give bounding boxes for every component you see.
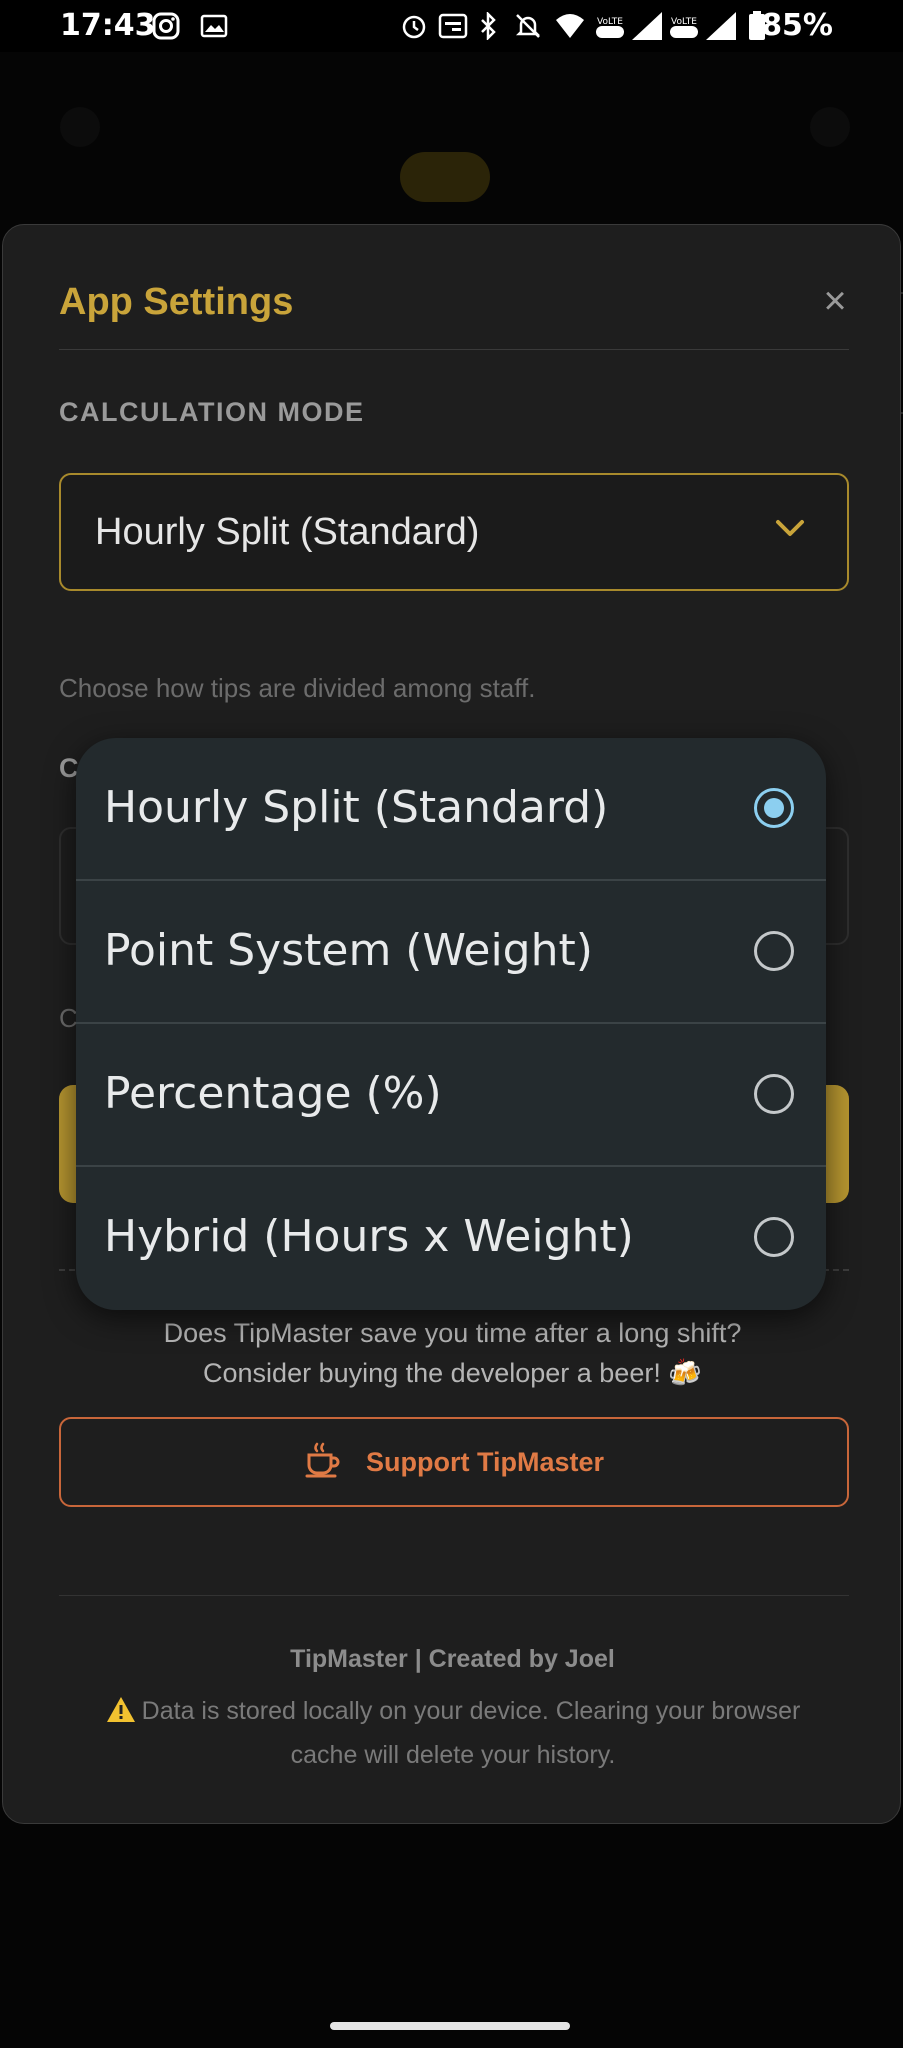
svg-text:VoLTE: VoLTE <box>597 17 623 27</box>
support-button-label: Support TipMaster <box>365 1446 605 1477</box>
alarm-icon <box>400 10 428 42</box>
option-label: Percentage (%) <box>104 1068 442 1119</box>
close-button[interactable]: × <box>815 281 855 321</box>
volte-icon: VoLTE <box>594 10 626 42</box>
warning-icon <box>106 1695 136 1735</box>
calculation-mode-value: Hourly Split (Standard) <box>95 511 480 553</box>
mute-icon <box>514 10 542 42</box>
signal-icon <box>704 10 738 42</box>
coffee-cup-icon <box>304 1441 342 1484</box>
support-message-line2: Consider buying the developer a beer! 🍻 <box>203 1358 702 1388</box>
bluetooth-icon <box>478 10 498 42</box>
calculation-mode-label: CALCULATION MODE <box>59 397 365 427</box>
calculation-mode-dropdown: Hourly Split (Standard) Point System (We… <box>76 738 826 1310</box>
background-menu-icon <box>60 107 100 147</box>
obscured-helper: C <box>59 1003 78 1033</box>
calculation-mode-select[interactable]: Hourly Split (Standard) <box>59 473 849 591</box>
status-time: 17:43 <box>60 8 156 43</box>
support-button[interactable]: Support TipMaster <box>59 1417 849 1507</box>
option-label: Hourly Split (Standard) <box>104 782 609 833</box>
dropdown-option-point-system[interactable]: Point System (Weight) <box>76 881 826 1024</box>
instagram-icon <box>152 10 180 42</box>
background-settings-icon <box>810 107 850 147</box>
support-message: Does TipMaster save you time after a lon… <box>3 1313 902 1393</box>
gesture-navigation-bar[interactable] <box>330 2022 570 2030</box>
footer-divider <box>59 1595 849 1596</box>
wifi-icon <box>554 10 586 42</box>
dropdown-option-percentage[interactable]: Percentage (%) <box>76 1024 826 1167</box>
dropdown-option-hybrid[interactable]: Hybrid (Hours x Weight) <box>76 1167 826 1310</box>
svg-text:VoLTE: VoLTE <box>671 17 697 27</box>
radio-unselected-icon[interactable] <box>754 931 794 971</box>
footer-note: Data is stored locally on your device. C… <box>83 1691 823 1775</box>
support-message-line1: Does TipMaster save you time after a lon… <box>163 1318 742 1348</box>
gallery-icon <box>200 10 228 42</box>
battery-percentage: 85% <box>761 8 833 43</box>
background-bottom-nav <box>0 1850 903 2000</box>
chevron-down-icon <box>773 511 807 550</box>
volte-icon: VoLTE <box>668 10 700 42</box>
auto-hz-icon <box>438 10 468 42</box>
status-bar: 17:43 VoLTE VoLTE 85% <box>0 0 903 52</box>
close-icon: × <box>823 279 847 323</box>
radio-unselected-icon[interactable] <box>754 1217 794 1257</box>
radio-selected-icon[interactable] <box>754 788 794 828</box>
radio-unselected-icon[interactable] <box>754 1074 794 1114</box>
title-divider <box>59 349 849 350</box>
dropdown-option-hourly-split[interactable]: Hourly Split (Standard) <box>76 738 826 881</box>
calculation-mode-helper: Choose how tips are divided among staff. <box>59 673 536 703</box>
option-label: Point System (Weight) <box>104 925 593 976</box>
signal-icon <box>630 10 664 42</box>
footer-credit: TipMaster | Created by Joel <box>290 1645 615 1673</box>
footer-note-text: Data is stored locally on your device. C… <box>141 1697 801 1769</box>
modal-title: App Settings <box>59 281 294 323</box>
background-header-badge <box>400 152 490 202</box>
option-label: Hybrid (Hours x Weight) <box>104 1211 634 1262</box>
